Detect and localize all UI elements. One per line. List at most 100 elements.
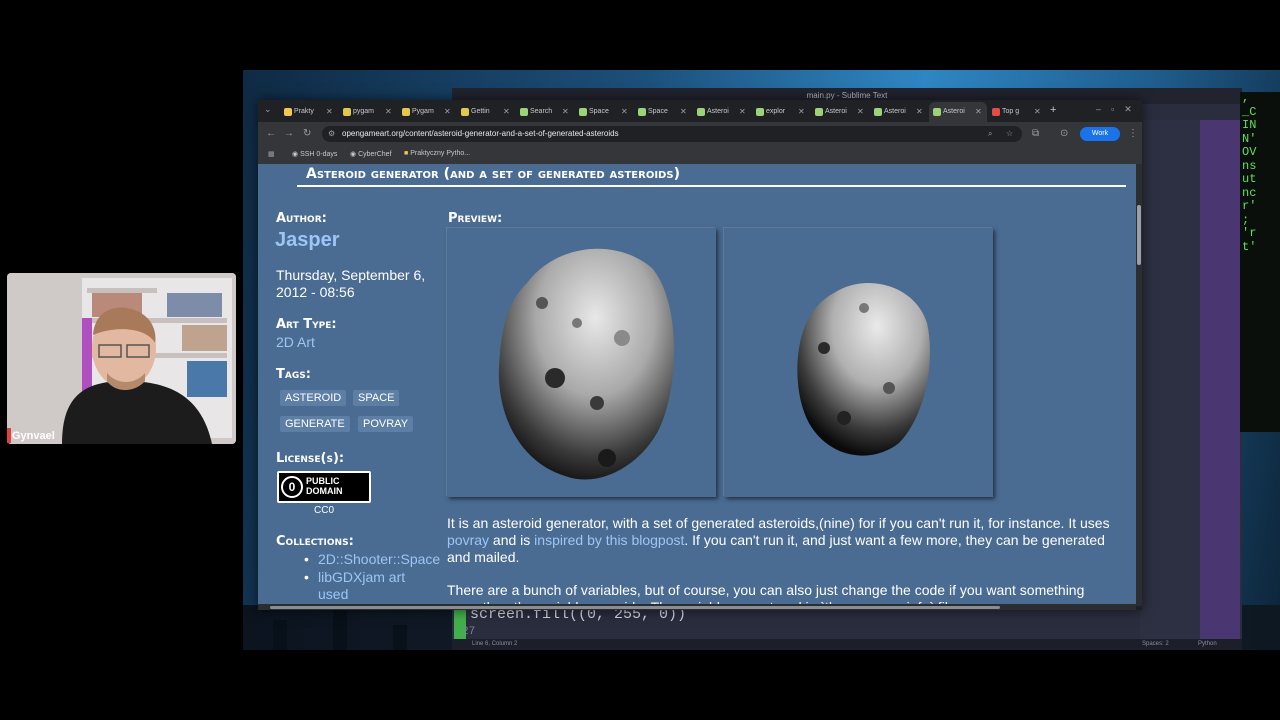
tab-favicon-icon	[933, 108, 941, 116]
browser-tab[interactable]: Asteroi ✕	[929, 102, 987, 122]
bookmark-star-icon[interactable]: ☆	[1006, 126, 1013, 142]
tag-link[interactable]: SPACE	[353, 390, 400, 406]
tab-label: Asteroi	[825, 108, 847, 115]
profile-button[interactable]: Work	[1080, 127, 1120, 141]
scrollbar-thumb[interactable]	[1137, 205, 1141, 265]
extensions-icon[interactable]: ⧉	[1032, 128, 1039, 139]
browser-tab[interactable]: Gettin ✕	[457, 104, 515, 120]
terminal-line: t'	[1242, 239, 1257, 254]
browser-tab[interactable]: Space ✕	[634, 104, 692, 120]
browser-tab[interactable]: pygam ✕	[339, 104, 397, 120]
terminal-line: N'	[1242, 131, 1257, 146]
terminal-line: ns	[1242, 158, 1257, 173]
bookmark-cyberchef[interactable]: ◉ CyberChef	[350, 150, 392, 158]
webcam-name-marker	[7, 428, 11, 443]
site-info-icon[interactable]: ⚙	[328, 126, 335, 142]
bookmark-praktyczny[interactable]: ■ Praktyczny Pytho...	[404, 150, 470, 157]
author-link[interactable]: Jasper	[275, 229, 340, 252]
terminal-line: 'r	[1242, 226, 1257, 240]
terminal-line: IN	[1242, 118, 1257, 132]
browser-tab[interactable]: Top g ✕	[988, 104, 1046, 120]
url-text: opengameart.org/content/asteroid-generat…	[342, 129, 619, 138]
tab-label: explor	[766, 108, 786, 115]
tab-close-icon[interactable]: ✕	[857, 104, 864, 120]
tab-close-icon[interactable]: ✕	[444, 104, 451, 120]
art-type-link[interactable]: 2D Art	[276, 334, 315, 350]
address-bar[interactable]: ⚙ opengameart.org/content/asteroid-gener…	[322, 126, 1022, 142]
browser-tab[interactable]: Pygam ✕	[398, 104, 456, 120]
menu-icon[interactable]: ⋮	[1128, 128, 1138, 139]
reload-icon[interactable]: ↻	[303, 128, 311, 139]
horizontal-scrollbar-thumb[interactable]	[270, 606, 1000, 609]
tab-close-icon[interactable]: ✕	[798, 104, 805, 120]
terminal-line: ;	[1242, 212, 1250, 227]
browser-tab[interactable]: Asteroi ✕	[811, 104, 869, 120]
browser-tab[interactable]: Prakty ✕	[280, 104, 338, 120]
description-paragraph-2: There are a bunch of variables, but of c…	[447, 582, 1085, 606]
publish-date: Thursday, September 6, 2012 - 08:56	[276, 267, 426, 300]
tab-favicon-icon	[402, 108, 410, 116]
tag-link[interactable]: GENERATE	[280, 416, 350, 432]
webcam-overlay	[7, 273, 236, 444]
preview-image-1[interactable]	[447, 228, 716, 497]
tab-favicon-icon	[756, 108, 764, 116]
browser-tab[interactable]: Asteroi ✕	[693, 104, 751, 120]
tab-close-icon[interactable]: ✕	[975, 102, 982, 122]
tab-close-icon[interactable]: ✕	[562, 104, 569, 120]
tab-close-icon[interactable]: ✕	[621, 104, 628, 120]
terminal-window: , _C IN N' OV ns ut nc r';'r t'	[1240, 91, 1280, 432]
author-label: Author:	[276, 211, 327, 226]
collection-link[interactable]: libGDXjam art used	[318, 569, 428, 602]
window-controls[interactable]: –▫✕	[1096, 104, 1142, 115]
tab-close-icon[interactable]: ✕	[385, 104, 392, 120]
tab-close-icon[interactable]: ✕	[1034, 104, 1041, 120]
tab-label: Asteroi	[943, 108, 965, 115]
tab-search-icon[interactable]: ⌄	[264, 104, 272, 115]
status-indentation[interactable]: Spaces: 2	[1142, 639, 1169, 650]
sublime-minimap[interactable]	[1140, 120, 1200, 640]
browser-tab[interactable]: Asteroi ✕	[870, 104, 928, 120]
preview-label: Preview:	[448, 211, 503, 226]
sublime-status-bar: Line 6, Column 2 Spaces: 2 Python	[452, 639, 1242, 650]
back-icon[interactable]: ←	[266, 128, 276, 139]
sublime-line-number: 27	[462, 626, 476, 638]
apps-grid-icon[interactable]: ▦	[268, 150, 275, 158]
bookmark-label: CyberChef	[358, 151, 392, 158]
webcam-feed	[7, 273, 236, 444]
tag-link[interactable]: POVRAY	[358, 416, 414, 432]
collections-label: Collections:	[276, 534, 354, 549]
tab-favicon-icon	[638, 108, 646, 116]
folder-icon: ■	[404, 150, 409, 157]
status-cursor-position: Line 6, Column 2	[472, 641, 518, 647]
forward-icon[interactable]: →	[284, 128, 294, 139]
tab-close-icon[interactable]: ✕	[916, 104, 923, 120]
tab-label: Prakty	[294, 108, 314, 115]
collection-link[interactable]: 2D::Shooter::Space	[318, 551, 440, 567]
preview-image-2[interactable]	[724, 228, 993, 497]
tab-favicon-icon	[343, 108, 351, 116]
tab-close-icon[interactable]: ✕	[326, 104, 333, 120]
downloads-icon[interactable]: ⊙	[1060, 128, 1068, 139]
browser-tab[interactable]: Space ✕	[575, 104, 633, 120]
tab-close-icon[interactable]: ✕	[739, 104, 746, 120]
tab-close-icon[interactable]: ✕	[680, 104, 687, 120]
new-tab-button[interactable]: +	[1050, 104, 1056, 116]
tab-close-icon[interactable]: ✕	[503, 104, 510, 120]
browser-tab[interactable]: Search ✕	[516, 104, 574, 120]
povray-link[interactable]: povray	[447, 532, 489, 548]
public-domain-text: PUBLIC DOMAIN	[306, 476, 343, 496]
status-syntax[interactable]: Python	[1198, 639, 1217, 650]
blogpost-link[interactable]: inspired by this blogpost	[534, 532, 684, 548]
cc-zero-icon: 0	[281, 476, 303, 498]
tab-label: Gettin	[471, 108, 490, 115]
bookmark-ssh[interactable]: ◉ SSH 0-days	[292, 150, 337, 158]
zoom-icon[interactable]: ⌕	[988, 126, 992, 142]
license-label: License(s):	[276, 451, 345, 466]
tag-link[interactable]: ASTEROID	[280, 390, 347, 406]
desc-text: and is	[489, 532, 535, 548]
browser-tab[interactable]: explor ✕	[752, 104, 810, 120]
tab-favicon-icon	[992, 108, 1000, 116]
tab-favicon-icon	[874, 108, 882, 116]
license-name: CC0	[314, 505, 335, 516]
title-divider	[297, 185, 1126, 187]
